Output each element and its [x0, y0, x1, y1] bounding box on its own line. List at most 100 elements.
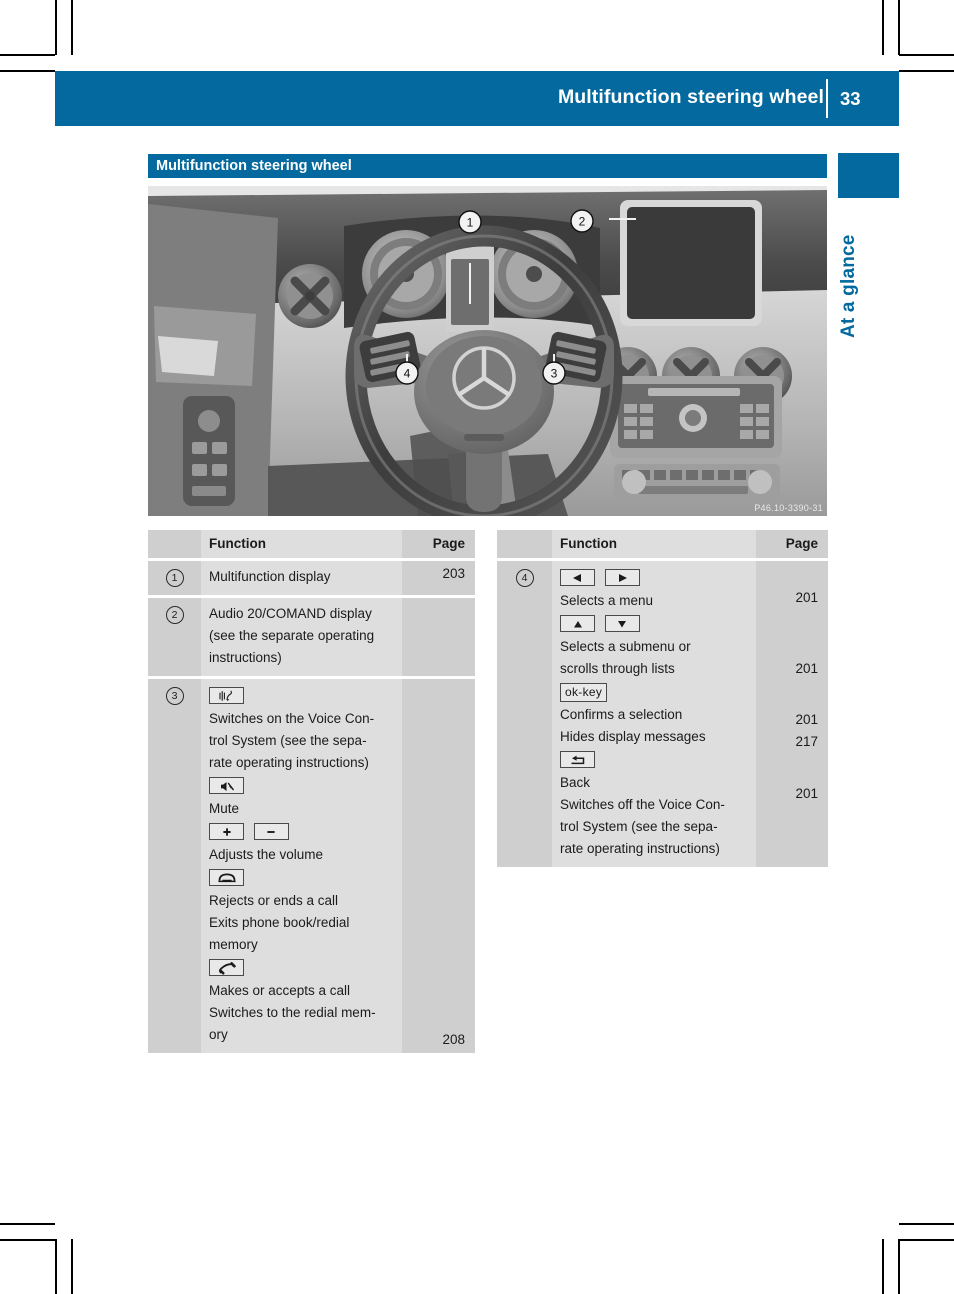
table-cell-callout: 4 [497, 561, 552, 867]
crop-mark-top-left-vertical-outer [55, 0, 57, 55]
section-heading-text: Multifunction steering wheel [156, 158, 352, 174]
page-ref: 201 [795, 590, 818, 605]
function-line: instructions) [209, 650, 282, 665]
function-line: Mute [209, 801, 240, 816]
crop-mark-bottom-left-vertical-inner [71, 1239, 73, 1294]
section-heading-bar: Multifunction steering wheel [148, 154, 827, 178]
table-header-page: Page [756, 530, 828, 558]
table-header-row: Function Page [148, 530, 475, 558]
crop-mark-top-right-horizontal-inner [899, 54, 954, 56]
svg-text:1: 1 [467, 216, 474, 230]
accept-call-icon [209, 959, 244, 976]
ok-key-icon: ok-key [560, 683, 608, 702]
function-table-left: Function Page 1 Multifunction display 20… [148, 530, 475, 1053]
callout-badge-4: 4 [515, 569, 534, 587]
table-row: 3 Switches on the Voice Con- trol System… [148, 679, 475, 1053]
chapter-thumb-tab [838, 153, 899, 198]
function-line: Multifunction display [209, 569, 331, 584]
table-cell-function: Audio 20/COMAND display (see the separat… [201, 598, 402, 676]
table-cell-page: 201 201 201 217 201 [756, 561, 828, 867]
function-line: Adjusts the volume [209, 847, 324, 862]
end-call-icon [209, 869, 244, 886]
callout-badge-3: 3 [165, 687, 184, 705]
function-line: rate operating instructions) [209, 755, 369, 770]
page-number: 33 [840, 88, 861, 109]
table-header-function: Function [552, 530, 756, 558]
crop-mark-top-left-horizontal-inner [0, 70, 55, 72]
icon-line [209, 866, 394, 890]
icon-line [209, 956, 394, 980]
voice-control-icon [209, 687, 244, 704]
crop-mark-bottom-left-horizontal-outer [0, 1223, 55, 1225]
table-cell-callout: 1 [148, 561, 201, 595]
icon-line [560, 566, 748, 590]
crop-mark-bottom-left-vertical-outer [55, 1239, 57, 1294]
function-table-right: Function Page 4 Selects a menu Selects a… [497, 530, 828, 867]
crop-mark-bottom-right-vertical-inner [882, 1239, 884, 1294]
mute-icon [209, 777, 244, 794]
callout-badge-2: 2 [165, 606, 184, 624]
crop-mark-bottom-left-horizontal-inner [0, 1239, 55, 1241]
table-header-page: Page [402, 530, 475, 558]
function-line: Switches off the Voice Con- [560, 797, 725, 812]
function-line: Selects a menu [560, 593, 654, 608]
function-line: scrolls through lists [560, 661, 675, 676]
crop-mark-bottom-right-vertical-outer [898, 1239, 900, 1294]
function-line: (see the separate operating [209, 628, 375, 643]
plus-icon [209, 823, 244, 840]
table-cell-page: 203 [402, 561, 475, 595]
crop-mark-top-left-horizontal-outer [0, 54, 55, 56]
table-header-row: Function Page [497, 530, 828, 558]
arrow-down-icon [604, 615, 640, 632]
function-line: Selects a submenu or [560, 639, 691, 654]
table-cell-page: 208 [402, 679, 475, 1053]
back-icon [560, 751, 595, 768]
page-ref: 208 [442, 1032, 465, 1047]
table-header-callout-cell [497, 530, 552, 558]
table-header-function: Function [201, 530, 402, 558]
callout-badge-1: 1 [165, 569, 184, 587]
crop-mark-top-right-horizontal-outer [899, 70, 954, 72]
page-title: Multifunction steering wheel [557, 86, 824, 108]
icon-line [209, 774, 394, 798]
steering-wheel-figure: 1 2 3 4 P46.10-3390-31 [148, 186, 827, 516]
function-line: Makes or accepts a call [209, 983, 351, 998]
icon-line [560, 748, 748, 772]
function-line: Audio 20/COMAND display [209, 606, 372, 621]
arrow-up-icon [560, 615, 595, 632]
table-cell-page [402, 598, 475, 676]
table-row: 1 Multifunction display 203 [148, 561, 475, 595]
table-cell-function: Multifunction display [201, 561, 402, 595]
function-line: Rejects or ends a call [209, 893, 339, 908]
crop-mark-top-left-vertical-inner [71, 0, 73, 55]
page-ref: 201 [795, 661, 818, 676]
crop-mark-bottom-right-horizontal-outer [899, 1239, 954, 1241]
minus-icon [253, 823, 289, 840]
page-ref: 217 [795, 734, 818, 749]
table-row: 2 Audio 20/COMAND display (see the separ… [148, 598, 475, 676]
function-line: memory [209, 937, 258, 952]
icon-line [209, 820, 394, 844]
function-line: trol System (see the sepa- [209, 733, 367, 748]
svg-text:4: 4 [404, 367, 411, 381]
table-cell-function: Switches on the Voice Con- trol System (… [201, 679, 402, 1053]
arrow-right-icon [604, 569, 640, 586]
function-line: Switches to the redial mem- [209, 1005, 376, 1020]
function-line: Switches on the Voice Con- [209, 711, 375, 726]
function-line: rate operating instructions) [560, 841, 720, 856]
cockpit-photo-illustration: 1 2 3 4 [148, 186, 827, 516]
table-row: 4 Selects a menu Selects a submenu or sc… [497, 561, 828, 867]
table-cell-callout: 2 [148, 598, 201, 676]
function-line: Back [560, 775, 591, 790]
function-line: Hides display messages [560, 729, 706, 744]
svg-text:3: 3 [551, 367, 558, 381]
arrow-left-icon [560, 569, 595, 586]
svg-text:2: 2 [579, 215, 586, 229]
icon-line: ok-key [560, 680, 748, 704]
crop-mark-top-right-vertical-outer [898, 0, 900, 55]
table-header-callout-cell [148, 530, 201, 558]
function-line: ory [209, 1027, 228, 1042]
crop-mark-top-right-vertical-inner [882, 0, 884, 55]
figure-watermark: P46.10-3390-31 [754, 503, 823, 513]
table-cell-function: Selects a menu Selects a submenu or scro… [552, 561, 756, 867]
